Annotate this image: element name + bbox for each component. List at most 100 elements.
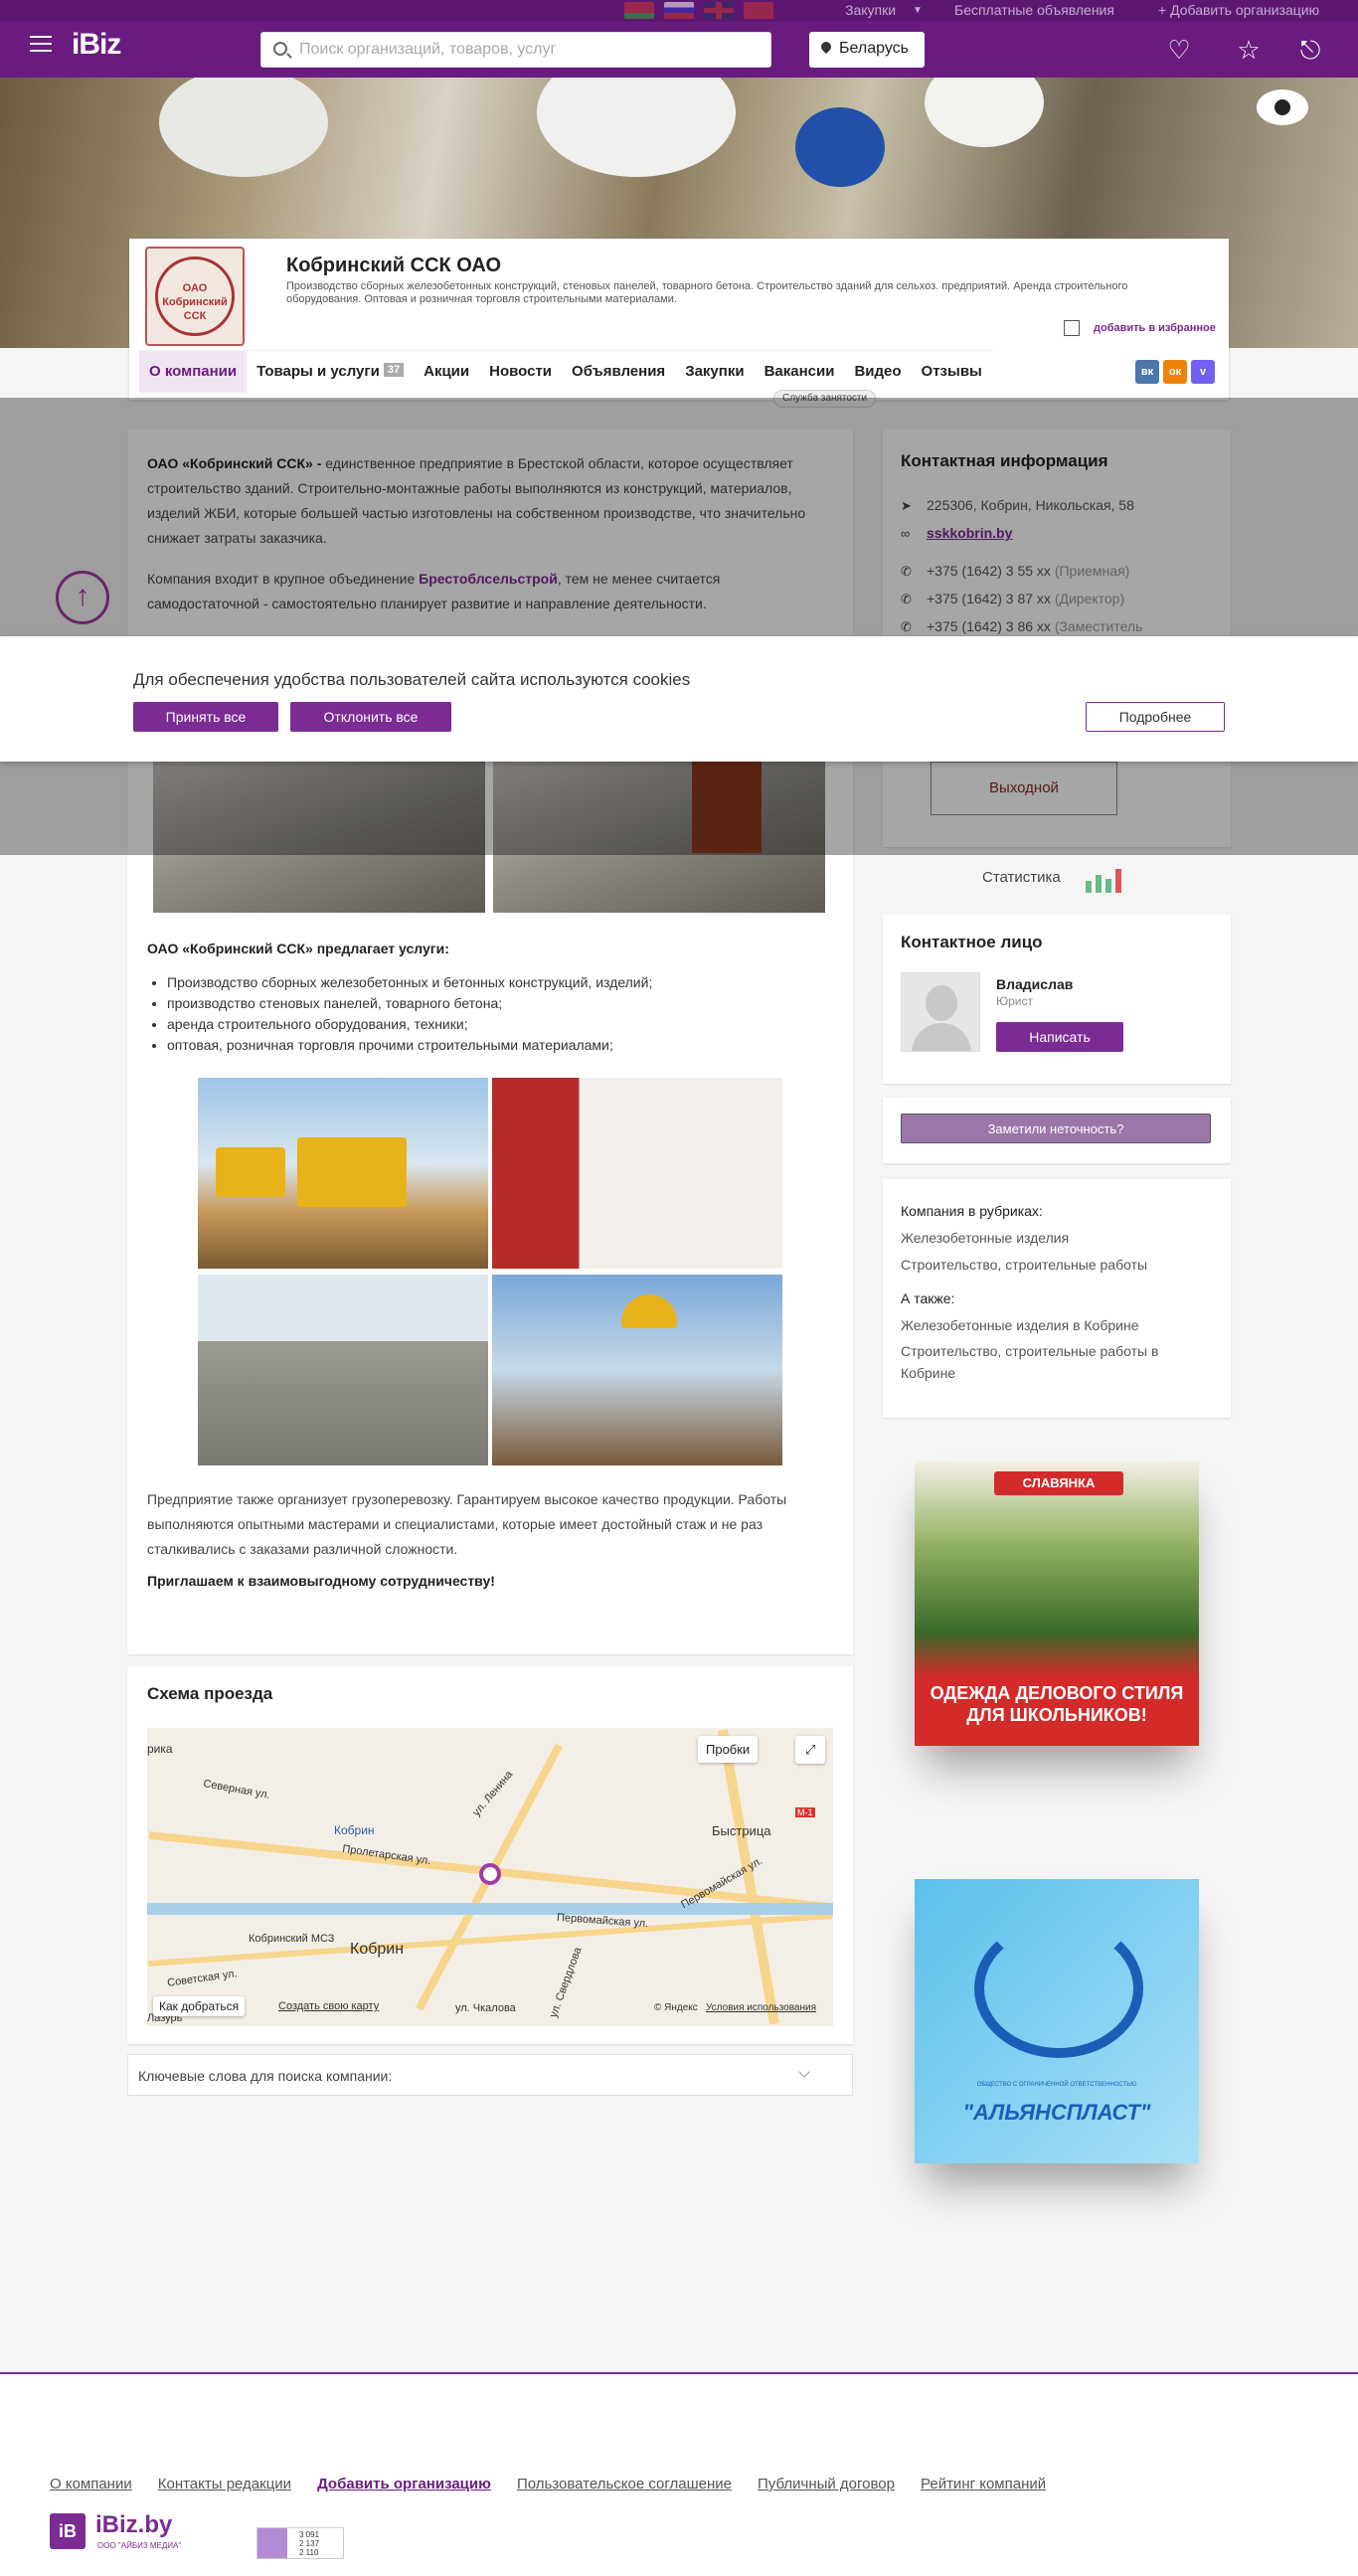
visit-counter[interactable]: 3 091 2 137 2 110 <box>256 2527 344 2559</box>
tab-products[interactable]: Товары и услуги 37 <box>247 351 414 393</box>
map-section: Схема проезда Кобрин Кобрин Быстрица Коб… <box>127 1666 853 2044</box>
map-widget[interactable]: Кобрин Кобрин Быстрица Кобринский МСЗ Се… <box>147 1728 833 2026</box>
map-terms-link[interactable]: Условия использования <box>706 2002 816 2013</box>
map-title: Схема проезда <box>147 1684 273 1703</box>
cn-flag-icon[interactable] <box>744 2 773 19</box>
cookie-details-button[interactable]: Подробнее <box>1086 702 1225 732</box>
photo-block-pallets[interactable] <box>198 1275 488 1465</box>
rubric-link[interactable]: Строительство, строительные работы <box>901 1254 1147 1276</box>
tab-promotions[interactable]: Акции <box>414 351 479 393</box>
photo-workers-interior[interactable] <box>492 1078 782 1269</box>
tab-vacancies[interactable]: Вакансии <box>755 351 845 393</box>
map-label: Быстрица <box>712 1823 771 1838</box>
footer-link-contract[interactable]: Публичный договор <box>758 2476 895 2492</box>
footer-logo-mark[interactable]: iB <box>50 2513 85 2549</box>
free-ads-link[interactable]: Бесплатные объявления <box>954 2 1114 18</box>
viber-icon[interactable]: v <box>1191 360 1215 384</box>
accept-all-button[interactable]: Принять все <box>133 702 278 732</box>
route-button[interactable]: Как добраться <box>153 1996 246 2016</box>
tab-about[interactable]: О компании <box>139 351 248 393</box>
stats-bar <box>1096 875 1102 893</box>
keywords-label: Ключевые слова для поиска компании: <box>138 2068 393 2084</box>
loader-image <box>297 1137 407 1207</box>
avatar <box>901 972 980 1052</box>
tab-news[interactable]: Новости <box>479 351 562 393</box>
map-label: Северная ул. <box>202 1778 271 1802</box>
favorite-checkbox[interactable] <box>1064 320 1080 336</box>
rubric-link[interactable]: Строительство, строительные работы в Коб… <box>901 1340 1199 1384</box>
login-icon[interactable]: ⎋ <box>1294 34 1326 66</box>
add-favorite[interactable]: добавить в избранное <box>1064 320 1216 336</box>
ru-flag-icon[interactable] <box>664 2 694 19</box>
map-label: Кобринский МСЗ <box>249 1933 335 1945</box>
footer-link-rating[interactable]: Рейтинг компаний <box>921 2476 1046 2492</box>
map-label: ул. Ленина <box>470 1768 516 1819</box>
alliansplast-logo <box>974 1919 1143 2058</box>
fullscreen-icon[interactable]: ⤢ <box>795 1736 826 1764</box>
about-paragraph-3: Предприятие также организует грузоперево… <box>147 1491 787 1557</box>
list-item: аренда строительного оборудования, техни… <box>167 1014 823 1035</box>
contact-person-title: Контактное лицо <box>901 933 1043 951</box>
location-pin-icon[interactable] <box>479 1863 501 1885</box>
report-box: Заметили неточность? <box>883 1098 1231 1163</box>
rubric-link[interactable]: Железобетонные изделия в Кобрине <box>901 1314 1139 1336</box>
site-logo[interactable]: iBiz <box>72 28 121 62</box>
write-button[interactable]: Написать <box>996 1022 1123 1052</box>
rubric-link[interactable]: Железобетонные изделия <box>901 1227 1069 1249</box>
region-selector[interactable]: Беларусь <box>809 32 925 68</box>
company-tabs: О компании Товары и услуги 37 Акции Новос… <box>139 350 992 393</box>
cookie-message: Для обеспечения удобства пользователей с… <box>133 670 691 689</box>
tab-ads[interactable]: Объявления <box>562 351 675 393</box>
counter-value: 3 091 <box>299 2530 320 2539</box>
language-flags <box>624 2 773 19</box>
photo-road-machinery[interactable] <box>198 1078 488 1269</box>
list-item: Производство сборных железобетонных и бе… <box>167 972 823 993</box>
decline-all-button[interactable]: Отклонить все <box>290 702 451 732</box>
footer-brand[interactable]: iBiz.by <box>95 2511 172 2539</box>
handshake-icon[interactable]: ♡ <box>1163 34 1195 66</box>
ad-banner-slavyanka[interactable]: СЛАВЯНКА ОДЕЖДА ДЕЛОВОГО СТИЛЯ ДЛЯ ШКОЛЬ… <box>915 1461 1199 1746</box>
footer-brand-sub: ООО "АЙБИЗ МЕДИА" <box>97 2541 182 2550</box>
tab-video[interactable]: Видео <box>844 351 911 393</box>
footer-link-about[interactable]: О компании <box>50 2476 132 2492</box>
helmet-image <box>925 78 1044 147</box>
counter-value: 2 110 <box>299 2548 319 2557</box>
en-flag-icon[interactable] <box>704 2 734 19</box>
ad-subtitle: ОБЩЕСТВО С ОГРАНИЧЕННОЙ ОТВЕТСТВЕННОСТЬЮ <box>976 2082 1137 2088</box>
services-list: Производство сборных железобетонных и бе… <box>167 972 823 1056</box>
tab-reviews[interactable]: Отзывы <box>912 351 992 393</box>
cookie-overlay <box>0 398 1358 855</box>
ok-icon[interactable]: ок <box>1163 360 1187 384</box>
footer-link-add-org[interactable]: Добавить организацию <box>317 2476 491 2492</box>
search-icon <box>273 42 287 56</box>
favorites-icon[interactable]: ☆ <box>1233 34 1265 66</box>
keywords-accordion[interactable]: Ключевые слова для поиска компании: <box>127 2054 853 2096</box>
chevron-down-icon[interactable]: ▼ <box>913 5 923 16</box>
menu-icon[interactable] <box>30 36 52 52</box>
top-bar: Закупки ▼ Бесплатные объявления + Добави… <box>0 0 1358 78</box>
stats-chart-icon[interactable] <box>1084 863 1127 893</box>
map-river <box>147 1903 833 1915</box>
about-paragraph-4: Приглашаем к взаимовыгодному сотрудничес… <box>147 1573 495 1589</box>
eye-icon[interactable] <box>1257 89 1308 125</box>
search-bar[interactable] <box>260 32 771 68</box>
vk-icon[interactable]: вк <box>1135 360 1159 384</box>
also-title: А также: <box>901 1290 955 1306</box>
person-name: Владислав <box>996 976 1074 992</box>
procurement-menu[interactable]: Закупки <box>845 2 896 18</box>
report-inaccuracy-button[interactable]: Заметили неточность? <box>901 1114 1211 1143</box>
traffic-button[interactable]: Пробки <box>698 1736 759 1763</box>
ad-banner-alliansplast[interactable]: ОБЩЕСТВО С ОГРАНИЧЕННОЙ ОТВЕТСТВЕННОСТЬЮ… <box>915 1879 1199 2163</box>
search-input[interactable] <box>299 33 757 67</box>
stats-link[interactable]: Статистика <box>982 869 1061 886</box>
by-flag-icon[interactable] <box>624 2 654 19</box>
roller-image <box>216 1147 285 1197</box>
helmet-image <box>159 78 328 177</box>
create-map-link[interactable]: Создать свою карту <box>278 2000 379 2012</box>
footer-link-agreement[interactable]: Пользовательское соглашение <box>517 2476 732 2492</box>
photo-worker-helmet[interactable] <box>492 1275 782 1465</box>
footer-link-contacts[interactable]: Контакты редакции <box>158 2476 291 2492</box>
ad-brand: СЛАВЯНКА <box>994 1471 1123 1495</box>
tab-procurement[interactable]: Закупки <box>675 351 754 393</box>
add-org-link[interactable]: + Добавить организацию <box>1158 2 1319 18</box>
